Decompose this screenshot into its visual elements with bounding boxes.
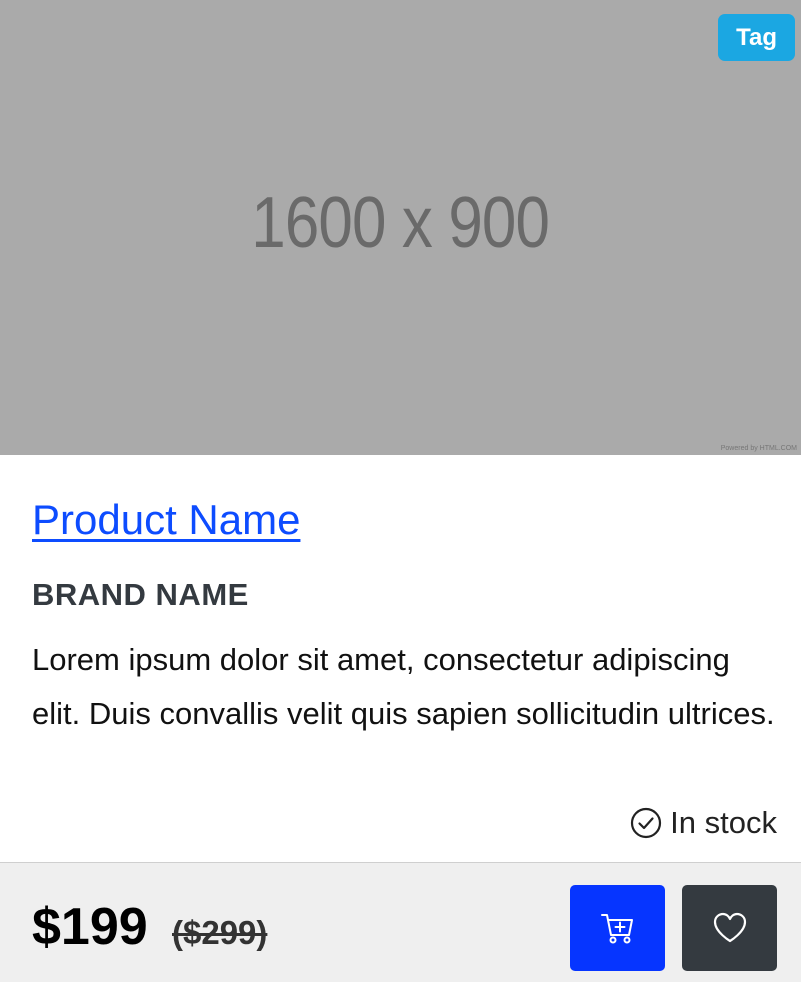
add-to-cart-button[interactable] — [570, 885, 665, 971]
card-footer: $199 ($299) — [0, 862, 801, 982]
add-to-wishlist-button[interactable] — [682, 885, 777, 971]
product-tag-badge: Tag — [718, 14, 795, 61]
check-circle-icon — [631, 807, 662, 839]
product-card: 1600 x 900 Powered by HTML.COM Tag Produ… — [0, 0, 801, 982]
brand-name: BRAND NAME — [32, 577, 249, 612]
stock-status-label: In stock — [670, 805, 777, 840]
card-body: Product Name BRAND NAME Lorem ipsum dolo… — [32, 455, 777, 741]
stock-status: In stock — [630, 805, 777, 841]
heart-icon — [713, 912, 746, 943]
add-to-cart-icon — [600, 914, 633, 944]
product-name-link[interactable]: Product Name — [32, 495, 300, 545]
image-placeholder-text: 1600 x 900 — [251, 182, 551, 263]
image-credit: Powered by HTML.COM — [720, 445, 797, 452]
original-price: ($299) — [172, 914, 268, 951]
current-price: $199 — [32, 898, 148, 956]
product-image: 1600 x 900 Powered by HTML.COM Tag — [0, 0, 801, 455]
product-description: Lorem ipsum dolor sit amet, consectetur … — [32, 642, 775, 731]
